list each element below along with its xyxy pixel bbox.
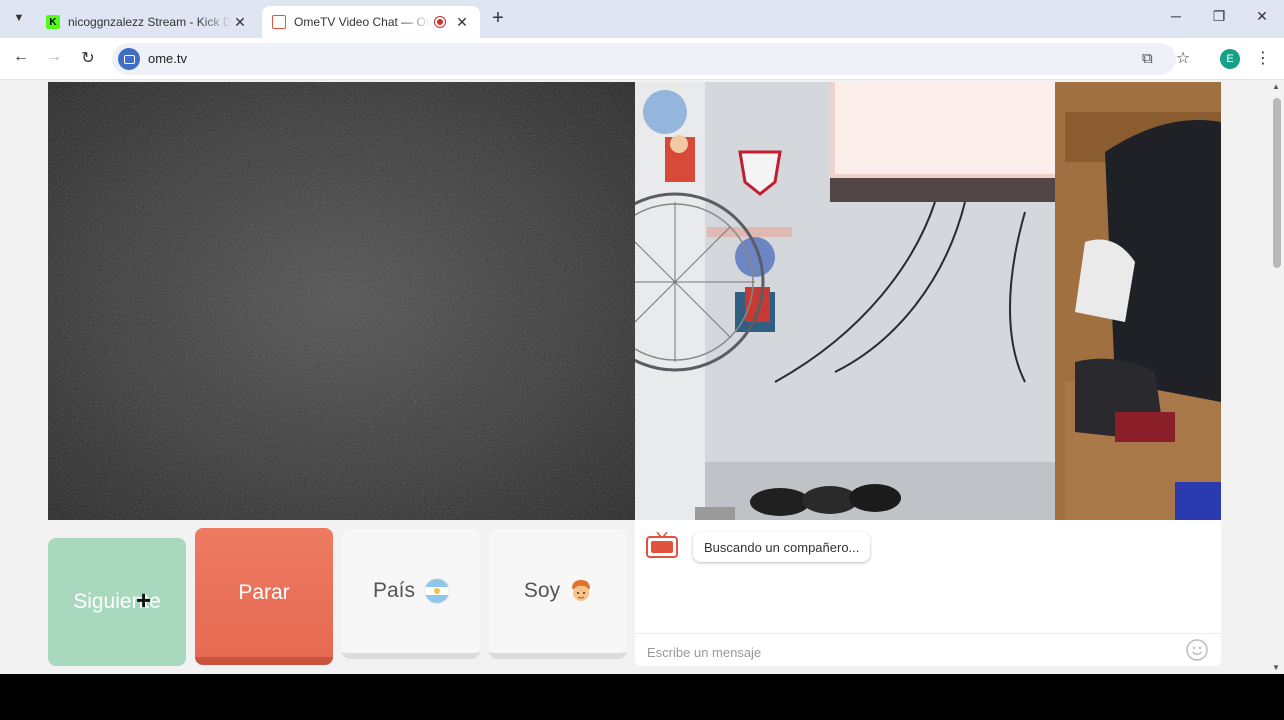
close-icon[interactable]: ✕ (232, 14, 248, 31)
tab-kick[interactable]: K nicoggnzalezz Stream - Kick Dashboard … (36, 6, 258, 38)
kebab-menu-icon[interactable]: ⋮ (1255, 48, 1271, 68)
gender-button[interactable]: Soy (489, 529, 627, 659)
tab-strip: ▼ K nicoggnzalezz Stream - Kick Dashboar… (0, 0, 1284, 38)
browser-toolbar: ← → ↻ ome.tv ⧉ ☆ E ⋮ (0, 38, 1284, 80)
url-text[interactable]: ome.tv (148, 51, 187, 66)
bookmark-button[interactable]: ☆ (1172, 48, 1194, 68)
reload-button[interactable]: ↻ (77, 48, 99, 68)
back-arrow-icon: ← (13, 48, 29, 65)
country-button[interactable]: País (342, 529, 480, 659)
chat-panel: Buscando un compañero... (635, 520, 1221, 666)
forward-arrow-icon: → (46, 48, 62, 65)
stop-button-label: Parar (238, 580, 290, 604)
scroll-up-arrow-icon[interactable]: ▲ (1272, 82, 1280, 91)
kick-favicon-icon: K (46, 15, 60, 29)
ometv-page: Siguiente Parar País Soy + Buscando un c… (0, 80, 1284, 674)
ometv-favicon-icon (272, 15, 286, 29)
chat-input-area (635, 633, 1221, 667)
window-close-button[interactable]: ✕ (1252, 8, 1272, 25)
tab-title: OmeTV Video Chat — OmeTV (294, 15, 430, 29)
star-icon: ☆ (1175, 50, 1191, 67)
ometv-logo-icon (646, 532, 678, 558)
boy-emoji-icon (570, 579, 592, 603)
static-noise (48, 82, 635, 520)
emoji-smiley-icon[interactable] (1186, 639, 1208, 661)
new-tab-button[interactable]: + (488, 8, 508, 28)
address-bar[interactable]: ome.tv ⧉ (112, 43, 1176, 75)
forward-button[interactable]: → (43, 48, 65, 66)
tab-search-button[interactable]: ▼ (8, 7, 30, 29)
back-button[interactable]: ← (10, 48, 32, 66)
country-button-label: País (372, 579, 416, 602)
tab-title: nicoggnzalezz Stream - Kick Dashboard (68, 15, 232, 29)
chat-message-input[interactable] (645, 640, 1169, 664)
gender-button-label: Soy (523, 579, 561, 602)
next-button[interactable]: Siguiente (48, 538, 186, 666)
scroll-down-arrow-icon[interactable]: ▼ (1272, 663, 1280, 672)
install-app-icon[interactable]: ⧉ (1142, 50, 1153, 67)
crosshair-cursor-icon: + (136, 585, 152, 615)
argentina-flag-icon (425, 579, 450, 603)
chevron-down-icon: ▼ (13, 12, 25, 24)
scroll-thumb[interactable] (1273, 98, 1281, 268)
maximize-button[interactable]: ❐ (1209, 8, 1229, 25)
recording-indicator-icon (434, 16, 446, 28)
close-icon[interactable]: ✕ (454, 14, 470, 31)
site-info-icon[interactable] (118, 48, 140, 70)
stranger-video (48, 82, 635, 520)
minimize-button[interactable]: ─ (1166, 8, 1186, 24)
self-webcam-video (635, 82, 1221, 520)
reload-icon: ↻ (81, 50, 95, 67)
status-message: Buscando un compañero... (693, 532, 871, 562)
webcam-scene (635, 82, 1221, 520)
profile-avatar[interactable]: E (1220, 49, 1240, 69)
stop-button[interactable]: Parar (195, 528, 333, 665)
tab-ometv[interactable]: OmeTV Video Chat — OmeTV ✕ (262, 6, 480, 38)
page-scrollbar[interactable]: ▲ ▼ (1270, 80, 1284, 674)
